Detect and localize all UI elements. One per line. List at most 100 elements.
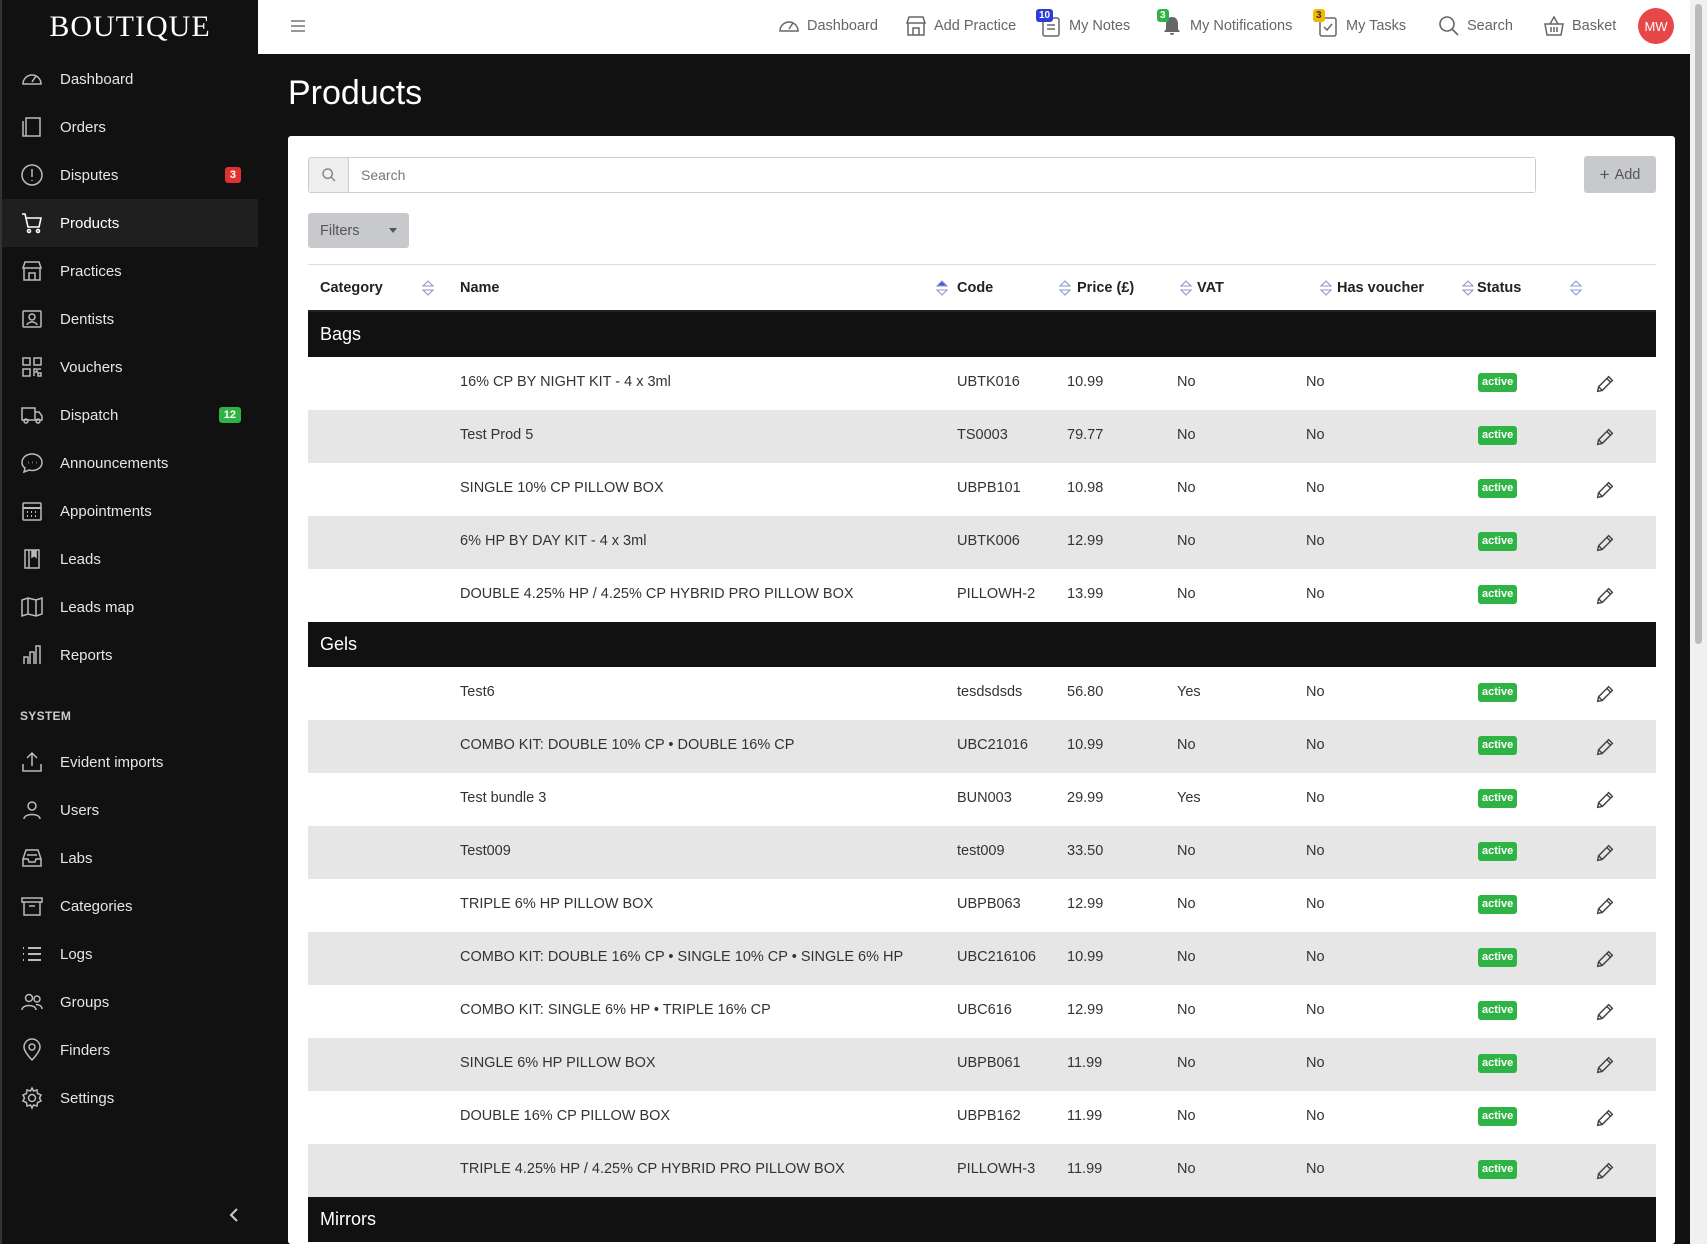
sort-icon[interactable] [1058, 279, 1072, 297]
table-row[interactable]: SINGLE 6% HP PILLOW BOX UBPB061 11.99 No No a… [308, 1038, 1656, 1091]
table-row[interactable]: SINGLE 10% CP PILLOW BOX UBPB101 10.98 No No… [308, 463, 1656, 516]
sidebar-item-evident-imports[interactable]: Evident imports [2, 738, 258, 786]
edit-pencil-icon[interactable] [1594, 948, 1616, 970]
edit-pencil-icon[interactable] [1594, 585, 1616, 607]
edit-pencil-icon[interactable] [1594, 479, 1616, 501]
sidebar-item-practices[interactable]: Practices [2, 247, 258, 295]
page-scrollbar[interactable] [1690, 0, 1707, 1244]
edit-pencil-icon[interactable] [1594, 895, 1616, 917]
sidebar-item-leads[interactable]: Leads [2, 535, 258, 583]
cell-vat: No [1177, 1108, 1196, 1124]
top-my-notes-label: My Notes [1069, 18, 1131, 34]
edit-pencil-icon[interactable] [1594, 532, 1616, 554]
sidebar-item-settings[interactable]: Settings [2, 1074, 258, 1122]
top-basket-link[interactable]: Basket [1541, 0, 1616, 52]
add-product-button[interactable]: + Add [1584, 156, 1656, 193]
table-row[interactable]: Test bundle 3 BUN003 29.99 Yes No active [308, 773, 1656, 826]
cell-vat: No [1177, 843, 1196, 859]
column-header-has-voucher[interactable]: Has voucher [1337, 280, 1424, 296]
top-my-notes-link[interactable]: 10 My Notes [1036, 0, 1131, 52]
sidebar-item-appointments[interactable]: Appointments [2, 487, 258, 535]
column-header-vat[interactable]: VAT [1197, 280, 1224, 296]
table-row[interactable]: DOUBLE 16% CP PILLOW BOX UBPB162 11.99 No No… [308, 1091, 1656, 1144]
sidebar-item-products[interactable]: Products [2, 199, 258, 247]
sidebar-item-logs[interactable]: Logs [2, 930, 258, 978]
sidebar-item-label: Categories [60, 897, 133, 915]
sort-icon[interactable] [1319, 279, 1333, 297]
sidebar-item-vouchers[interactable]: Vouchers [2, 343, 258, 391]
edit-pencil-icon[interactable] [1594, 842, 1616, 864]
sort-icon[interactable] [1461, 279, 1475, 297]
sidebar-item-disputes[interactable]: Disputes 3 [2, 151, 258, 199]
table-row[interactable]: TRIPLE 4.25% HP / 4.25% CP HYBRID PRO PI… [308, 1144, 1656, 1197]
edit-pencil-icon[interactable] [1594, 683, 1616, 705]
sidebar-item-finders[interactable]: Finders [2, 1026, 258, 1074]
column-header-status[interactable]: Status [1477, 280, 1521, 296]
sort-icon[interactable] [421, 279, 435, 297]
sort-icon[interactable] [1179, 279, 1193, 297]
edit-pencil-icon[interactable] [1594, 1160, 1616, 1182]
bar-chart-icon [20, 643, 44, 667]
column-header-category[interactable]: Category [320, 280, 383, 296]
top-dashboard-link[interactable]: Dashboard [776, 0, 878, 52]
sort-icon[interactable] [1569, 279, 1583, 297]
status-badge: active [1478, 585, 1518, 604]
table-row[interactable]: Test009 test009 33.50 No No active [308, 826, 1656, 879]
table-row[interactable]: Test6 tesdsdsds 56.80 Yes No active [308, 667, 1656, 720]
edit-pencil-icon[interactable] [1594, 1107, 1616, 1129]
table-row[interactable]: COMBO KIT: DOUBLE 10% CP • DOUBLE 16% CP… [308, 720, 1656, 773]
notes-count-badge: 10 [1036, 9, 1054, 22]
sidebar-item-label: Disputes [60, 166, 119, 184]
table-row[interactable]: DOUBLE 4.25% HP / 4.25% CP HYBRID PRO PI… [308, 569, 1656, 622]
search-input[interactable] [349, 158, 1535, 192]
table-row[interactable]: COMBO KIT: DOUBLE 16% CP • SINGLE 10% CP… [308, 932, 1656, 985]
table-row[interactable]: 6% HP BY DAY KIT - 4 x 3ml UBTK006 12.99 No… [308, 516, 1656, 569]
table-row[interactable]: Test Prod 5 TS0003 79.77 No No active [308, 410, 1656, 463]
edit-pencil-icon[interactable] [1594, 736, 1616, 758]
brand-logo[interactable]: BOUTIQUE [2, 0, 258, 53]
sidebar-item-announcements[interactable]: Announcements [2, 439, 258, 487]
cell-code: UBTK016 [957, 374, 1020, 390]
sidebar-item-orders[interactable]: Orders [2, 103, 258, 151]
filters-dropdown-button[interactable]: Filters [308, 213, 409, 248]
sidebar-item-users[interactable]: Users [2, 786, 258, 834]
edit-pencil-icon[interactable] [1594, 1054, 1616, 1076]
column-header-price[interactable]: Price (£) [1077, 280, 1134, 296]
cell-voucher: No [1306, 949, 1325, 965]
sidebar-item-dispatch[interactable]: Dispatch 12 [2, 391, 258, 439]
collapse-sidebar-icon[interactable] [224, 1205, 244, 1225]
sidebar-item-dentists[interactable]: Dentists [2, 295, 258, 343]
top-my-tasks-link[interactable]: 3 My Tasks [1313, 0, 1406, 52]
table-row[interactable]: 16% CP BY NIGHT KIT - 4 x 3ml UBTK016 10.9… [308, 357, 1656, 410]
qr-code-icon [20, 355, 44, 379]
sidebar-item-leads-map[interactable]: Leads map [2, 583, 258, 631]
menu-toggle-icon[interactable] [290, 16, 308, 38]
top-search-link[interactable]: Search [1436, 0, 1513, 52]
user-avatar[interactable]: MW [1638, 8, 1674, 44]
top-dashboard-label: Dashboard [807, 18, 878, 34]
cell-code: test009 [957, 843, 1005, 859]
column-header-name[interactable]: Name [460, 280, 500, 296]
table-row[interactable]: TRIPLE 6% HP PILLOW BOX UBPB063 12.99 No No a… [308, 879, 1656, 932]
edit-pencil-icon[interactable] [1594, 426, 1616, 448]
sort-icon[interactable] [935, 279, 949, 297]
column-header-code[interactable]: Code [957, 280, 993, 296]
table-row[interactable]: COMBO KIT: SINGLE 6% HP • TRIPLE 16% CP U… [308, 985, 1656, 1038]
scrollbar-thumb[interactable] [1695, 4, 1702, 644]
sidebar-item-categories[interactable]: Categories [2, 882, 258, 930]
cell-voucher: No [1306, 1161, 1325, 1177]
edit-pencil-icon[interactable] [1594, 373, 1616, 395]
sidebar-item-dashboard[interactable]: Dashboard [2, 55, 258, 103]
edit-pencil-icon[interactable] [1594, 789, 1616, 811]
top-add-practice-link[interactable]: Add Practice [903, 0, 1016, 52]
top-notifications-link[interactable]: 3 My Notifications [1157, 0, 1292, 52]
cell-price: 10.99 [1067, 949, 1104, 965]
edit-pencil-icon[interactable] [1594, 1001, 1616, 1023]
sidebar-item-labs[interactable]: Labs [2, 834, 258, 882]
tasks-icon: 3 [1313, 9, 1341, 39]
status-badge: active [1478, 1160, 1518, 1179]
notebook-icon [20, 547, 44, 571]
cell-price: 13.99 [1067, 586, 1104, 602]
sidebar-item-reports[interactable]: Reports [2, 631, 258, 679]
sidebar-item-groups[interactable]: Groups [2, 978, 258, 1026]
